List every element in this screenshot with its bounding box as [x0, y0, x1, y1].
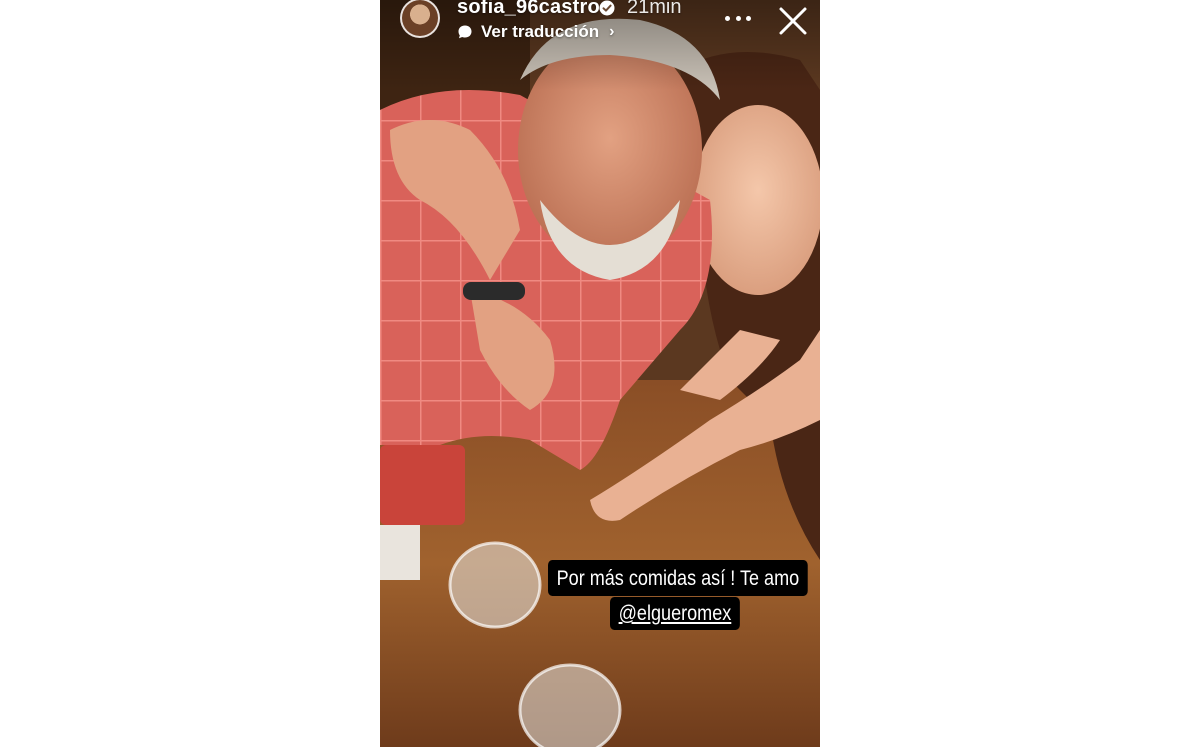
caption-text: Por más comidas así ! Te amo — [548, 560, 808, 596]
username[interactable]: sofia_96castro — [457, 0, 600, 19]
translate-label: Ver traducción — [481, 22, 600, 41]
caption-mention-link[interactable]: @elgueromex — [610, 597, 740, 630]
time-ago: 21min — [627, 0, 682, 18]
story-photo — [380, 0, 820, 747]
verified-badge-icon — [599, 0, 615, 16]
story-viewer[interactable]: sofia_96castro 21min Ver traducción › Po… — [380, 0, 820, 747]
speech-bubble-icon — [458, 25, 472, 39]
close-icon[interactable] — [778, 6, 808, 36]
more-options-icon[interactable] — [725, 8, 751, 28]
chevron-right-icon: › — [609, 23, 615, 40]
translate-link[interactable]: Ver traducción › — [457, 21, 614, 43]
